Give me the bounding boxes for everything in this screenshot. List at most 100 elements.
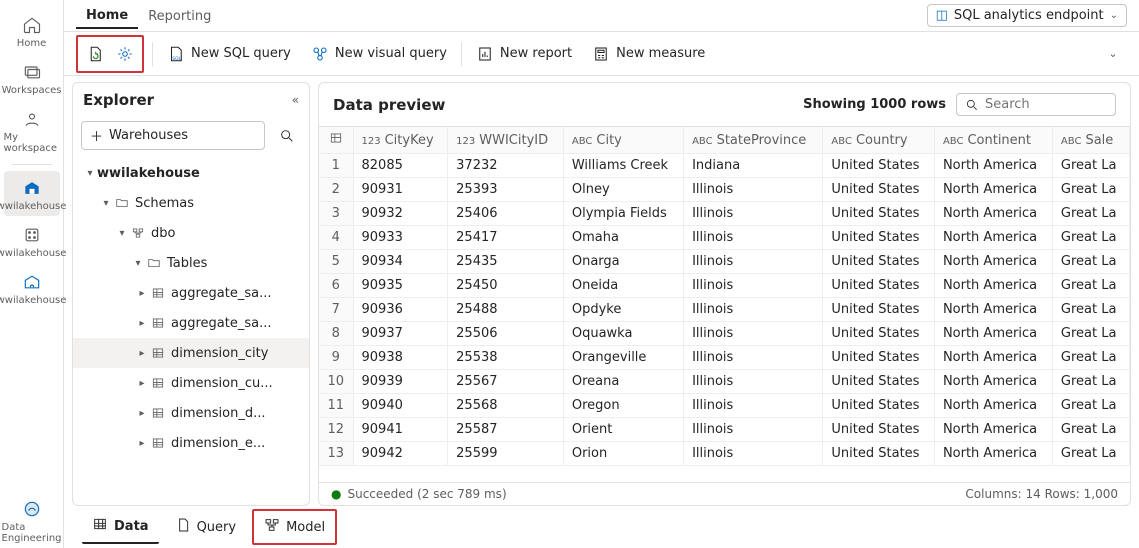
table-row[interactable]: 39093225406Olympia FieldsIllinoisUnited … <box>319 202 1130 226</box>
warehouses-button[interactable]: ＋ Warehouses <box>81 121 265 150</box>
cell: 90934 <box>353 250 448 274</box>
cell: Illinois <box>684 394 823 418</box>
nav-persona[interactable]: Data Engineering <box>4 492 60 548</box>
nav-item-lakehouse-label: wwilakehouse <box>0 201 66 212</box>
cell: Opdyke <box>563 298 683 322</box>
new-report-label: New report <box>500 46 572 61</box>
column-header[interactable]: 123WWICityID <box>448 127 564 154</box>
cell: North America <box>934 418 1052 442</box>
cell: 90932 <box>353 202 448 226</box>
endpoint-switcher[interactable]: ◫ SQL analytics endpoint ⌄ <box>927 4 1127 27</box>
table-row[interactable]: 79093625488OpdykeIllinoisUnited StatesNo… <box>319 298 1130 322</box>
table-row[interactable]: 29093125393OlneyIllinoisUnited StatesNor… <box>319 178 1130 202</box>
tree-node-dbo[interactable]: dbo <box>73 218 309 248</box>
collapse-explorer-button[interactable]: « <box>292 93 299 107</box>
column-header[interactable]: ABCContinent <box>934 127 1052 154</box>
explorer-title: Explorer <box>83 91 154 109</box>
column-type-badge: ABC <box>1061 136 1082 147</box>
cell: Great La <box>1052 346 1129 370</box>
footer-tab-model[interactable]: Model <box>252 509 337 545</box>
nav-item-lakehouse[interactable]: wwilakehouse <box>4 171 60 216</box>
table-row[interactable]: 49093325417OmahaIllinoisUnited StatesNor… <box>319 226 1130 250</box>
tree-node-table[interactable]: dimension_cu... <box>73 368 309 398</box>
cell: 25599 <box>448 442 564 466</box>
tree-node-schemas[interactable]: Schemas <box>73 188 309 218</box>
chevron-right-icon <box>135 318 149 329</box>
table-row[interactable]: 109093925567OreanaIllinoisUnited StatesN… <box>319 370 1130 394</box>
tree-node-table[interactable]: aggregate_sa... <box>73 278 309 308</box>
grid-search[interactable] <box>956 93 1116 116</box>
nav-workspaces[interactable]: Workspaces <box>4 55 60 100</box>
cell: 25567 <box>448 370 564 394</box>
content: Explorer « ＋ Warehouses wwilakehouse <box>64 76 1139 506</box>
column-header[interactable]: ABCSale <box>1052 127 1129 154</box>
explorer-search-button[interactable] <box>273 122 301 150</box>
column-header[interactable]: ABCCountry <box>823 127 935 154</box>
tree-node-tables[interactable]: Tables <box>73 248 309 278</box>
cell: 90937 <box>353 322 448 346</box>
cell: Illinois <box>684 418 823 442</box>
tree-node-dbo-label: dbo <box>151 226 175 241</box>
cell: United States <box>823 442 935 466</box>
new-visual-query-button[interactable]: New visual query <box>305 41 453 67</box>
nav-home[interactable]: Home <box>4 8 60 53</box>
tree-node-table-label: aggregate_sa... <box>171 286 271 301</box>
chevron-right-icon <box>135 348 149 359</box>
table-row[interactable]: 139094225599OrionIllinoisUnited StatesNo… <box>319 442 1130 466</box>
column-header[interactable]: 123CityKey <box>353 127 448 154</box>
new-measure-button[interactable]: New measure <box>586 41 711 67</box>
tab-home[interactable]: Home <box>76 2 138 29</box>
cell: Orangeville <box>563 346 683 370</box>
chevron-down-icon <box>83 168 97 179</box>
refresh-button[interactable] <box>80 41 110 67</box>
table-row[interactable]: 129094125587OrientIllinoisUnited StatesN… <box>319 418 1130 442</box>
nav-item-sql-endpoint[interactable]: wwilakehouse <box>4 265 60 310</box>
tab-reporting[interactable]: Reporting <box>138 3 221 28</box>
cell: 90939 <box>353 370 448 394</box>
column-header[interactable]: ABCStateProvince <box>684 127 823 154</box>
table-row[interactable]: 59093425435OnargaIllinoisUnited StatesNo… <box>319 250 1130 274</box>
new-sql-query-button[interactable]: SQL New SQL query <box>161 41 297 67</box>
gear-icon <box>116 45 134 63</box>
new-report-button[interactable]: New report <box>470 41 578 67</box>
nav-my-workspace[interactable]: My workspace <box>4 102 60 158</box>
table-row[interactable]: 18208537232Williams CreekIndianaUnited S… <box>319 154 1130 178</box>
tree-node-table[interactable]: dimension_city <box>73 338 309 368</box>
cube-icon: ◫ <box>936 8 948 23</box>
tree-node-root[interactable]: wwilakehouse <box>73 158 309 188</box>
column-header-label: Country <box>856 133 908 148</box>
cell: Orient <box>563 418 683 442</box>
row-number: 10 <box>319 370 353 394</box>
nav-item-semantic[interactable]: wwilakehouse <box>4 218 60 263</box>
table-header-icon <box>329 131 343 145</box>
data-grid[interactable]: 123CityKey123WWICityIDABCCityABCStatePro… <box>319 126 1130 482</box>
grid-search-input[interactable] <box>985 97 1105 112</box>
cell: 90942 <box>353 442 448 466</box>
select-all-header[interactable] <box>319 127 353 154</box>
column-type-badge: 123 <box>456 136 475 147</box>
nav-item-semantic-label: wwilakehouse <box>0 248 66 259</box>
table-row[interactable]: 69093525450OneidaIllinoisUnited StatesNo… <box>319 274 1130 298</box>
table-row[interactable]: 89093725506OquawkaIllinoisUnited StatesN… <box>319 322 1130 346</box>
cell: United States <box>823 298 935 322</box>
footer-tab-query[interactable]: Query <box>165 511 247 543</box>
row-number: 1 <box>319 154 353 178</box>
tree-node-table[interactable]: dimension_e... <box>73 428 309 458</box>
table-row[interactable]: 99093825538OrangevilleIllinoisUnited Sta… <box>319 346 1130 370</box>
visual-query-icon <box>311 45 329 63</box>
table-row[interactable]: 119094025568OregonIllinoisUnited StatesN… <box>319 394 1130 418</box>
ribbon-overflow[interactable]: ⌄ <box>1099 40 1127 68</box>
workspaces-icon <box>21 61 43 83</box>
new-sql-label: New SQL query <box>191 46 291 61</box>
chevron-right-icon <box>135 378 149 389</box>
row-number: 13 <box>319 442 353 466</box>
column-header[interactable]: ABCCity <box>563 127 683 154</box>
settings-button[interactable] <box>110 41 140 67</box>
cell: 25406 <box>448 202 564 226</box>
cell: United States <box>823 346 935 370</box>
tree-node-table[interactable]: dimension_d... <box>73 398 309 428</box>
main: Home Reporting ◫ SQL analytics endpoint … <box>64 0 1139 548</box>
footer-tab-data[interactable]: Data <box>82 510 159 544</box>
highlight-refresh-settings <box>76 35 144 73</box>
tree-node-table[interactable]: aggregate_sa... <box>73 308 309 338</box>
